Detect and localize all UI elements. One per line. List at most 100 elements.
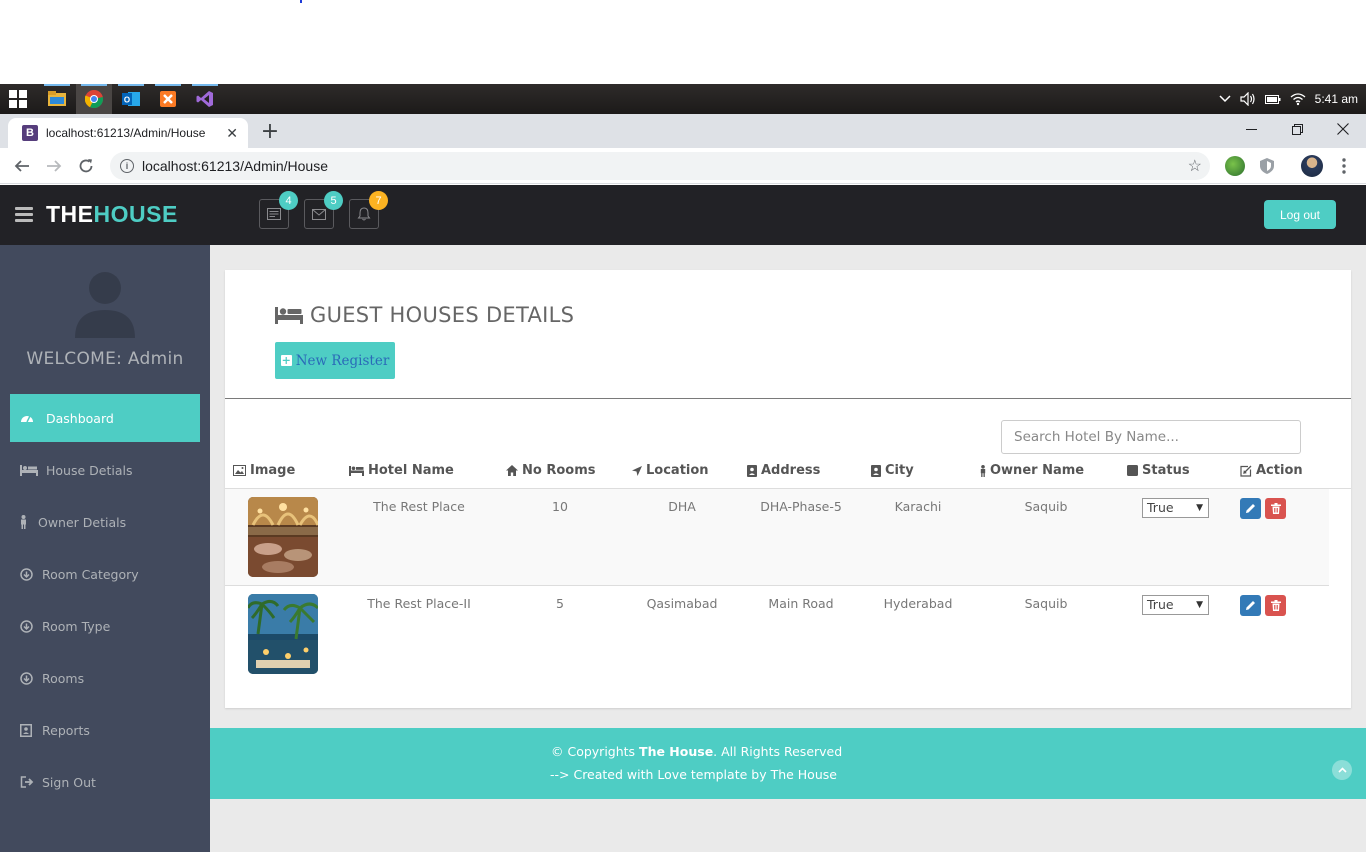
page-title-text: GUEST HOUSES DETAILS	[310, 303, 575, 327]
column-header-image: Image	[233, 463, 295, 478]
trash-icon	[1270, 600, 1281, 611]
visual-studio-icon[interactable]	[187, 84, 223, 114]
search-hotel-input[interactable]	[1001, 420, 1301, 454]
app-logo[interactable]: THEHOUSE	[46, 201, 178, 228]
status-select[interactable]: True ▼	[1142, 595, 1209, 615]
browser-tab[interactable]: B localhost:61213/Admin/House ✕	[8, 118, 248, 148]
delete-button[interactable]	[1265, 498, 1286, 519]
bed-icon	[20, 464, 38, 476]
notifications-badge: 7	[369, 191, 388, 210]
address-bar[interactable]: i localhost:61213/Admin/House ☆	[110, 152, 1210, 180]
sidebar-item-sign-out[interactable]: Sign Out	[10, 758, 200, 806]
url-text: localhost:61213/Admin/House	[142, 158, 329, 174]
messages-badge: 5	[324, 191, 343, 210]
sidebar-item-reports[interactable]: Reports	[10, 706, 200, 754]
minimize-icon[interactable]	[1228, 114, 1274, 144]
bed-icon	[275, 306, 303, 324]
location-cell: Qasimabad	[646, 596, 718, 611]
address-cell: Main Road	[768, 596, 834, 611]
battery-icon[interactable]	[1264, 93, 1281, 105]
taskbar-clock[interactable]: 5:41 am	[1315, 92, 1358, 106]
sidebar-item-dashboard[interactable]: Dashboard	[10, 394, 200, 442]
envelope-icon	[312, 208, 326, 220]
column-header-label: Status	[1142, 463, 1190, 478]
column-header-label: City	[885, 463, 914, 478]
back-arrow-icon[interactable]	[10, 154, 34, 178]
logout-button[interactable]: Log out	[1264, 200, 1336, 229]
column-header-address: Address	[747, 463, 820, 478]
address-card-icon	[747, 464, 757, 477]
sidebar-item-room-type[interactable]: Room Type	[10, 602, 200, 650]
column-header-label: No Rooms	[522, 463, 596, 478]
sidebar-item-house-details[interactable]: House Detials	[10, 446, 200, 494]
admin-avatar	[75, 272, 135, 338]
copyright-brand: The House	[639, 744, 714, 759]
chevron-up-icon[interactable]	[1219, 95, 1231, 103]
messages-button[interactable]: 5	[304, 191, 343, 229]
status-value: True	[1147, 597, 1174, 612]
system-tray: 5:41 am	[1219, 84, 1366, 114]
browser-tabstrip: B localhost:61213/Admin/House ✕ +	[0, 114, 1366, 148]
tasks-button[interactable]: 4	[259, 191, 298, 229]
logo-part-house: HOUSE	[93, 201, 178, 227]
extension-shield-icon[interactable]	[1257, 156, 1277, 176]
site-info-icon[interactable]: i	[120, 159, 134, 173]
no-rooms-cell: 10	[552, 499, 568, 514]
close-tab-icon[interactable]: ✕	[226, 125, 238, 142]
volume-icon[interactable]	[1240, 92, 1256, 106]
location-arrow-icon	[632, 465, 642, 476]
edit-button[interactable]	[1240, 498, 1261, 519]
column-header-label: Action	[1256, 463, 1303, 478]
new-tab-icon[interactable]: +	[258, 121, 282, 145]
column-header-label: Location	[646, 463, 709, 478]
sidebar-item-label: Reports	[42, 722, 90, 738]
menu-toggle-icon[interactable]	[15, 207, 33, 222]
column-header-status: Status	[1127, 463, 1190, 478]
extension-globe-icon[interactable]	[1225, 156, 1245, 176]
file-explorer-icon[interactable]	[39, 84, 75, 114]
chevron-down-icon: ▼	[1196, 503, 1203, 513]
status-select[interactable]: True ▼	[1142, 498, 1209, 518]
sidebar-item-rooms[interactable]: Rooms	[10, 654, 200, 702]
dashboard-icon	[21, 415, 33, 423]
site-footer: © Copyrights The House. All Rights Reser…	[210, 728, 1366, 799]
page-top-area	[0, 0, 1366, 84]
new-register-button[interactable]: + New Register	[275, 342, 395, 379]
forward-arrow-icon[interactable]	[42, 154, 66, 178]
plus-square-icon: +	[280, 354, 292, 367]
edit-button[interactable]	[1240, 595, 1261, 616]
profile-avatar[interactable]	[1301, 155, 1323, 177]
chrome-icon[interactable]	[76, 84, 112, 114]
go-top-button[interactable]	[1332, 760, 1352, 780]
guest-houses-panel: GUEST HOUSES DETAILS + New Register Imag…	[225, 270, 1351, 708]
sidebar-item-label: Rooms	[42, 670, 85, 686]
close-window-icon[interactable]	[1320, 114, 1366, 144]
delete-button[interactable]	[1265, 595, 1286, 616]
restore-icon[interactable]	[1274, 114, 1320, 144]
credit-text: --> Created with Love template by The Ho…	[550, 767, 837, 782]
tasks-icon	[267, 208, 281, 220]
browser-menu-icon[interactable]	[1332, 154, 1356, 178]
sidebar-item-label: Owner Detials	[38, 514, 127, 530]
circle-down-icon	[20, 619, 33, 633]
svg-text:O: O	[124, 96, 130, 105]
owner-name-cell: Saquib	[1024, 596, 1068, 611]
windows-start-icon[interactable]	[0, 84, 36, 114]
reload-icon[interactable]	[74, 154, 98, 178]
outlook-icon[interactable]: O	[113, 84, 149, 114]
sidebar: WELCOME: Admin Dashboard House Detials O…	[0, 245, 210, 852]
bed-icon	[349, 465, 364, 476]
sidebar-item-label: Sign Out	[42, 774, 96, 790]
xampp-icon[interactable]	[150, 84, 186, 114]
app-header: THEHOUSE 4 5 7 Log out	[0, 185, 1366, 245]
sidebar-item-room-category[interactable]: Room Category	[10, 550, 200, 598]
sidebar-item-owner-details[interactable]: Owner Detials	[10, 498, 200, 546]
wifi-icon[interactable]	[1290, 92, 1306, 106]
notifications-button[interactable]: 7	[349, 191, 388, 229]
chevron-up-icon	[1337, 767, 1347, 773]
page-title: GUEST HOUSES DETAILS	[275, 303, 574, 327]
column-header-owner-name: Owner Name	[980, 463, 1084, 478]
bookmark-star-icon[interactable]: ☆	[1188, 156, 1202, 176]
address-cell: DHA-Phase-5	[760, 499, 842, 514]
welcome-text: WELCOME: Admin	[26, 349, 184, 369]
